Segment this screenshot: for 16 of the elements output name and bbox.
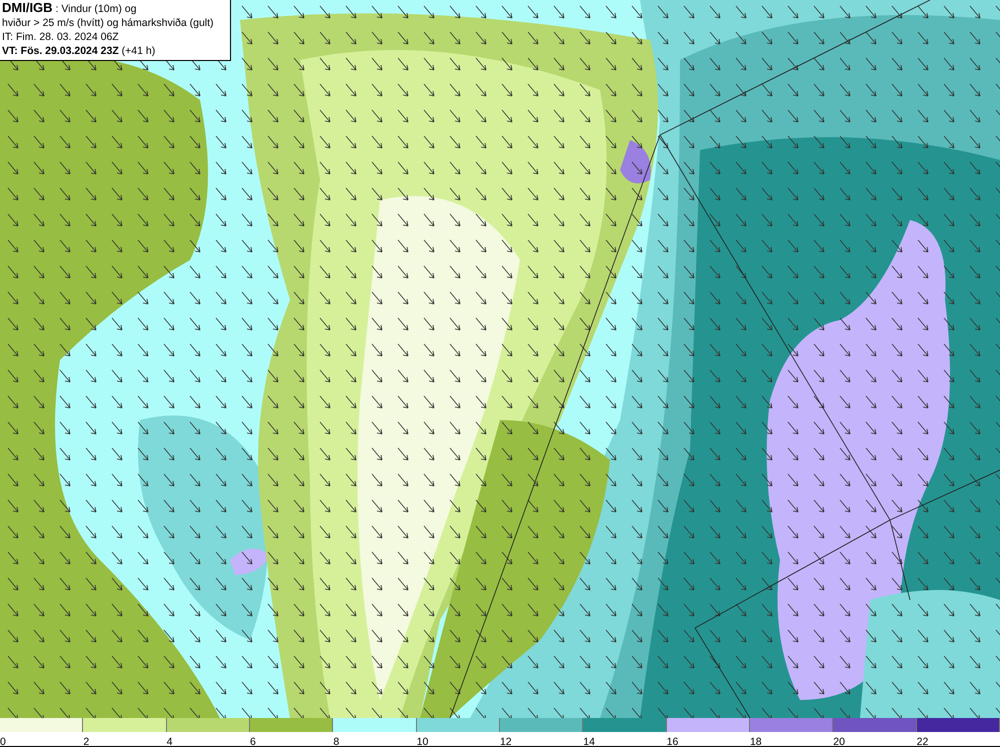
legend-tick-label: 10 <box>416 736 428 747</box>
legend-tick-label: 18 <box>750 736 762 747</box>
title-text: hviður > 25 m/s (hvítt) og hámarkshviða (gult) <box>2 16 215 30</box>
legend-tick-label: 14 <box>583 736 595 747</box>
legend-tick-label: 8 <box>333 736 340 747</box>
legend-tick-label: 12 <box>500 736 512 747</box>
legend-tick-label: 22 <box>916 736 928 747</box>
legend-tick-label: 20 <box>833 736 845 747</box>
legend-tick-label: 2 <box>83 736 90 747</box>
title-text: IT: Fim. 28. 03. 2024 06Z <box>2 30 120 44</box>
legend-tick-label: 0 <box>0 736 6 747</box>
title-text: DMI/IGB : Vindur (10m) og <box>2 1 138 16</box>
legend-tick-label: 6 <box>250 736 256 747</box>
legend-tick-label: 16 <box>666 736 678 747</box>
title-text: VT: Fös. 29.03.2024 23Z (+41 h) <box>2 44 156 58</box>
legend-tick-label: 4 <box>166 736 172 747</box>
